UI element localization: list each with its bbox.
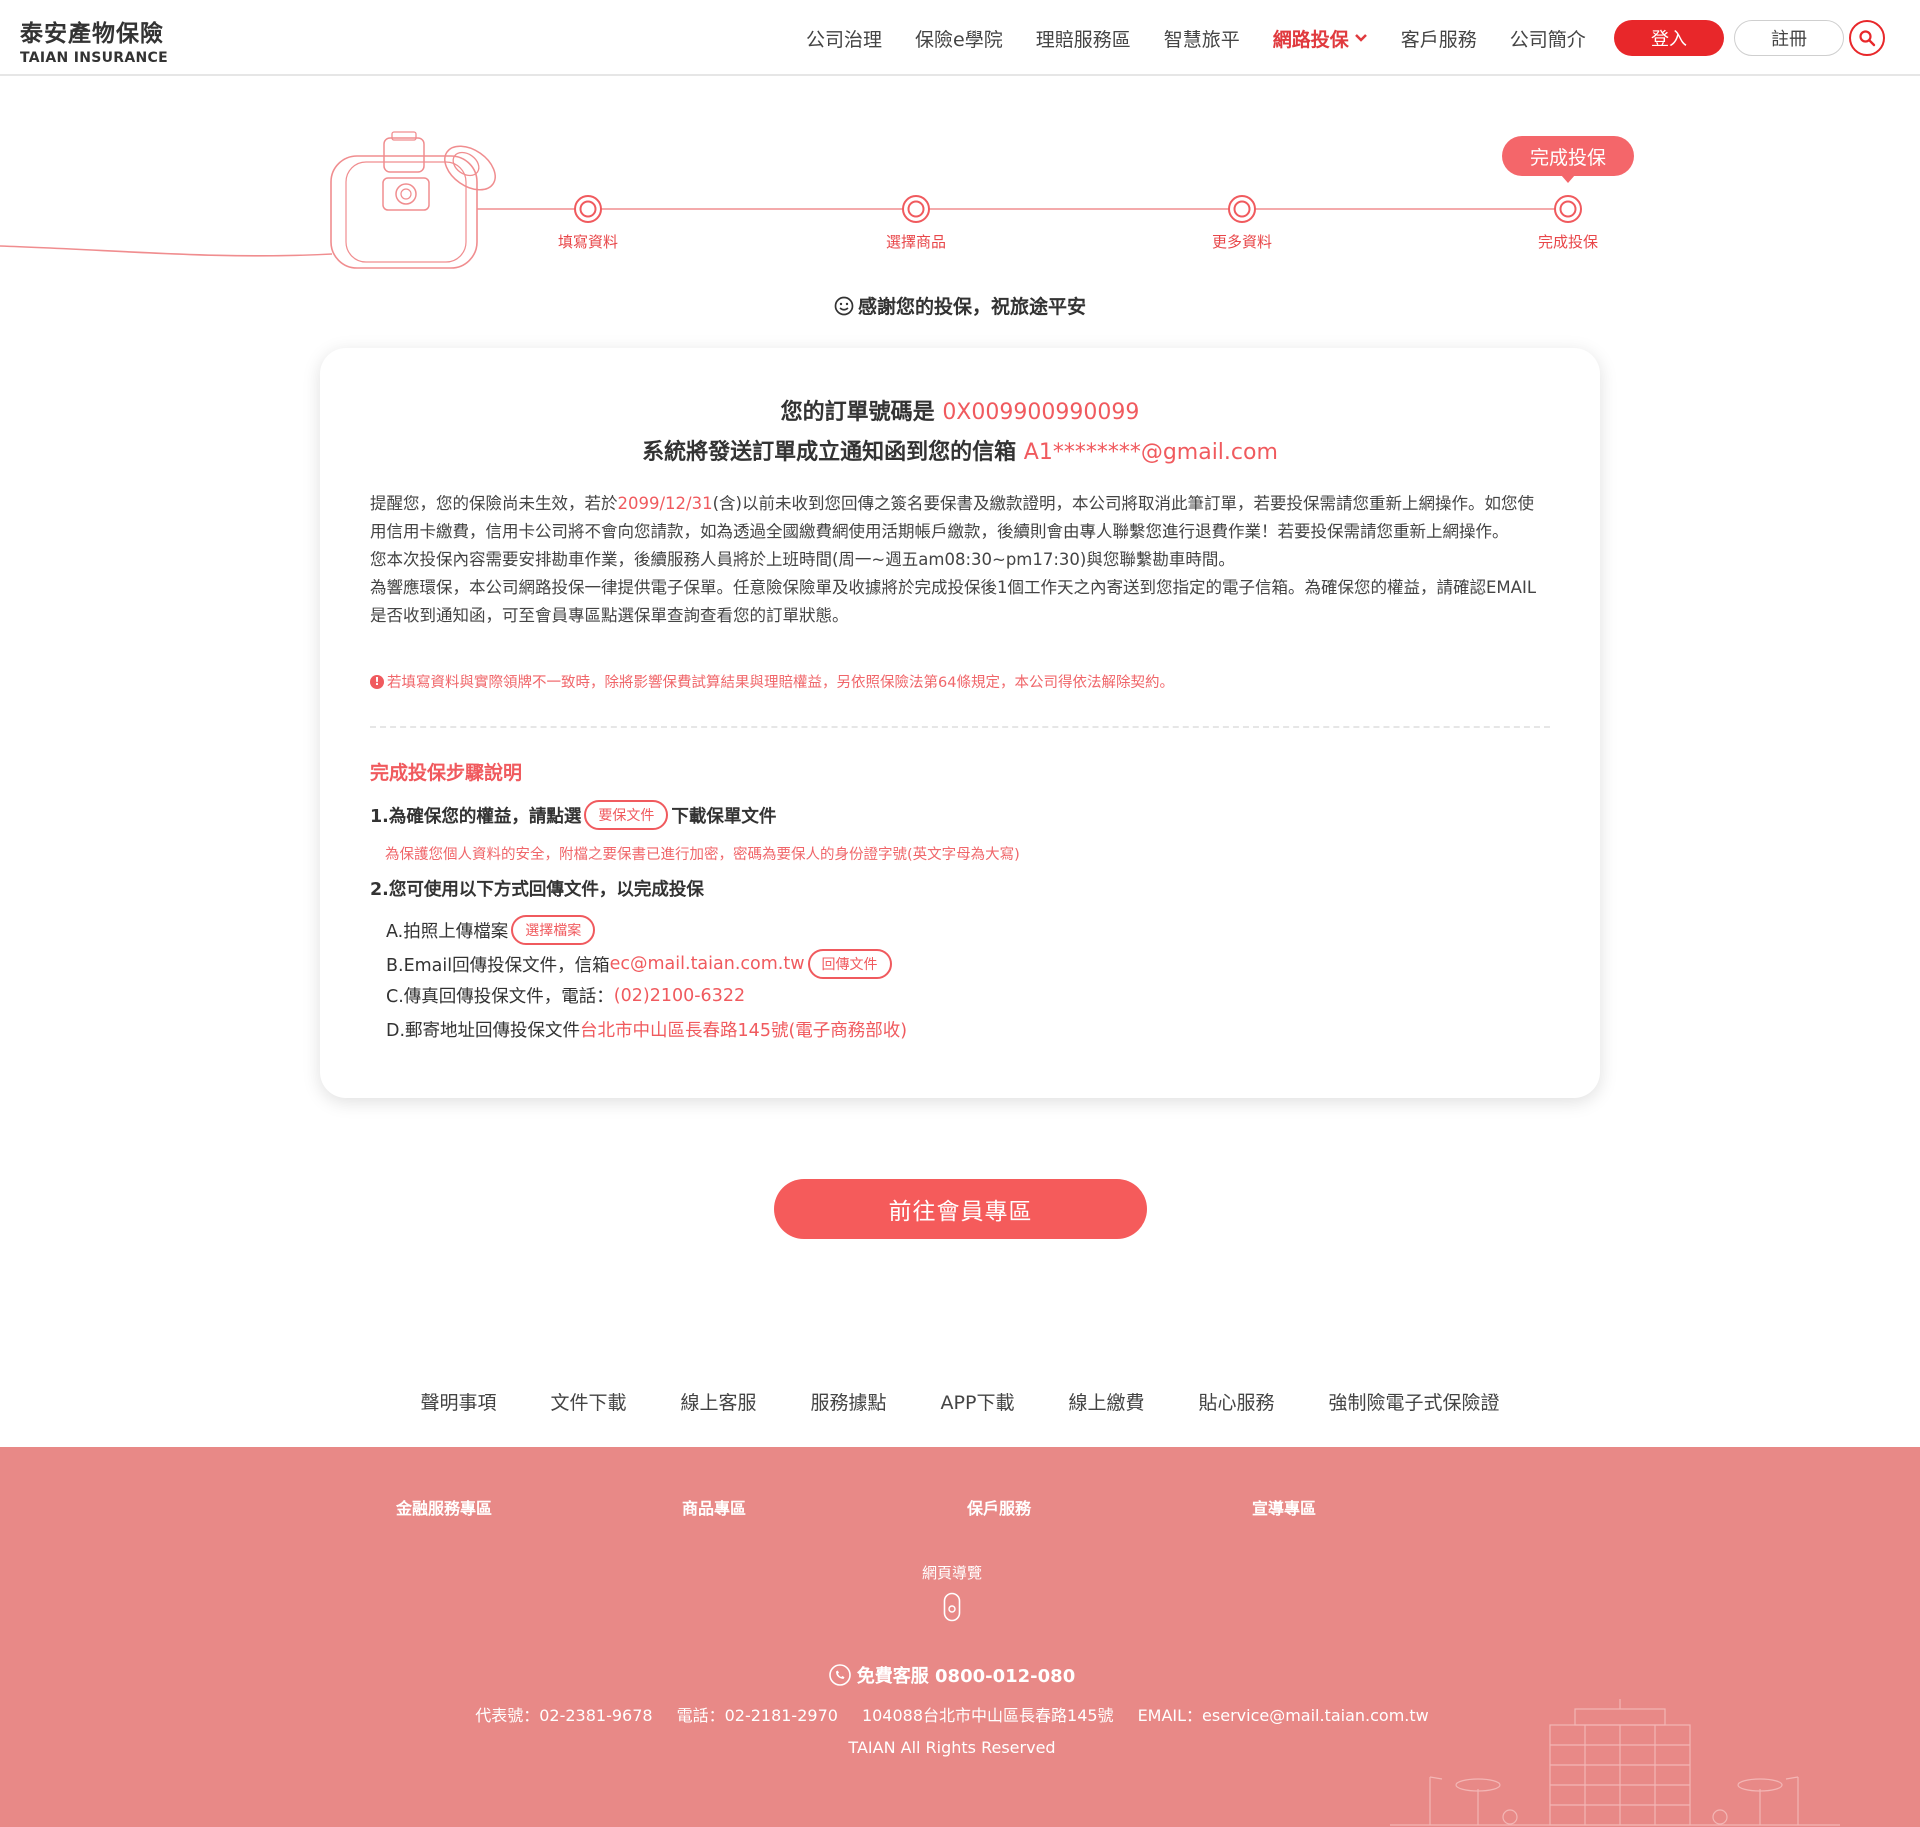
- site-header: 泰安產物保險 TAIAN INSURANCE 公司治理 保險e學院 理賠服務區 …: [0, 0, 1920, 76]
- dashed-divider: [370, 726, 1550, 728]
- nav-item-claims[interactable]: 理賠服務區: [1036, 25, 1131, 52]
- warning-text: 若填寫資料與實際領牌不一致時，除將影響保費試算結果與理賠權益，另依照保險法第64…: [387, 675, 1174, 691]
- footer-category-promotion[interactable]: 宣導專區: [1252, 1495, 1316, 1519]
- step-label-fill-data: 填寫資料: [557, 233, 619, 251]
- nav-item-online-insure-label: 網路投保: [1272, 28, 1349, 51]
- step-1-text-end: 下載保單文件: [671, 806, 777, 827]
- register-button[interactable]: 註冊: [1734, 20, 1844, 56]
- phone-icon: [828, 1664, 851, 1686]
- order-email: A1********@gmail.com: [1023, 440, 1278, 465]
- fax-number: (02)2100-6322: [613, 985, 746, 1006]
- download-proposal-button[interactable]: 要保文件: [584, 800, 669, 830]
- step-dot-2: [902, 195, 930, 223]
- search-icon: [1859, 30, 1876, 47]
- contact-email[interactable]: EMAIL：eservice@mail.taian.com.tw: [1138, 1702, 1429, 1726]
- order-result-card: 您的訂單號碼是 0X009900990099 系統將發送訂單成立通知函到您的信箱…: [320, 348, 1600, 1098]
- footer-category-policyholder[interactable]: 保戶服務: [967, 1495, 1031, 1519]
- step-2-row: 2.您可使用以下方式回傳文件，以完成投保: [370, 876, 704, 901]
- footer-link-compulsory-certificate[interactable]: 強制險電子式保險證: [1329, 1388, 1500, 1415]
- encryption-note: 為保護您個人資料的安全，附檔之要保書已進行加密，密碼為要保人的身份證字號(英文字…: [385, 847, 1020, 863]
- member-area-button[interactable]: 前往會員專區: [774, 1179, 1147, 1239]
- warning-note: ! 若填寫資料與實際領牌不一致時，除將影響保費試算結果與理賠權益，另依照保險法第…: [370, 671, 1174, 692]
- notice-deadline-date: 2099/12/31: [617, 494, 713, 513]
- notice-paragraph-2: 您本次投保內容需要安排勘車作業，後續服務人員將於上班時間(周一~週五am08:3…: [370, 550, 1235, 569]
- footer-link-downloads[interactable]: 文件下載: [551, 1388, 627, 1415]
- notice-paragraph-1: 提醒您，您的保險尚未生效，若於2099/12/31(含)以前未收到您回傳之簽名要…: [370, 490, 1550, 546]
- notice-text: 提醒您，您的保險尚未生效，若於2099/12/31(含)以前未收到您回傳之簽名要…: [370, 490, 1550, 630]
- footer-link-services[interactable]: 貼心服務: [1198, 1388, 1274, 1415]
- nav-item-governance[interactable]: 公司治理: [806, 25, 882, 52]
- contact-main-number: 代表號：02-2381-9678: [475, 1706, 653, 1725]
- step-dot-1: [574, 195, 602, 223]
- step-label-more-data: 更多資料: [1211, 233, 1273, 251]
- hotline: 免費客服 0800-012-080: [0, 1662, 1904, 1688]
- current-step-badge: 完成投保: [1502, 136, 1634, 176]
- logo-english-name: TAIAN INSURANCE: [20, 50, 168, 66]
- nav-item-academy[interactable]: 保險e學院: [915, 25, 1003, 52]
- footer-link-online-support[interactable]: 線上客服: [681, 1388, 757, 1415]
- smile-icon: [834, 296, 854, 315]
- city-building-illustration: [1390, 1699, 1840, 1826]
- method-a-row: A.拍照上傳檔案 選擇檔案: [386, 915, 598, 945]
- order-number: 0X009900990099: [942, 400, 1140, 425]
- choose-file-button[interactable]: 選擇檔案: [511, 915, 596, 945]
- send-documents-button[interactable]: 回傳文件: [807, 949, 892, 979]
- contact-phone: 電話：02-2181-2970: [676, 1706, 838, 1725]
- order-email-line: 系統將發送訂單成立通知函到您的信箱 A1********@gmail.com: [320, 434, 1600, 466]
- logo-chinese-name: 泰安產物保險: [20, 21, 164, 47]
- step-1-row: 1.為確保您的權益，請點選 要保文件 下載保單文件: [370, 800, 776, 830]
- steps-title: 完成投保步驟說明: [370, 762, 523, 784]
- footer-link-payment[interactable]: 線上繳費: [1068, 1388, 1144, 1415]
- thanks-text: 感謝您的投保，祝旅途平安: [857, 296, 1086, 318]
- footer-category-finance[interactable]: 金融服務專區: [396, 1495, 492, 1519]
- login-button[interactable]: 登入: [1614, 20, 1724, 56]
- search-button[interactable]: [1849, 20, 1885, 56]
- method-d-label: D.郵寄地址回傳投保文件: [386, 1021, 581, 1041]
- footer-category-products[interactable]: 商品專區: [682, 1495, 746, 1519]
- main-nav: 公司治理 保險e學院 理賠服務區 智慧旅平 網路投保 客戶服務 公司簡介: [806, 0, 1619, 76]
- progress-tracker: 完成投保 填寫資料 選擇商品 更多資料 完成投保: [0, 120, 1920, 280]
- site-footer: 金融服務專區 商品專區 保戶服務 宣導專區 網頁導覽 免費客服 0800-012…: [0, 1447, 1920, 1827]
- contact-address: 104088台北市中山區長春路145號: [861, 1706, 1114, 1725]
- method-b-row: B.Email回傳投保文件，信箱 ec@mail.taian.com.tw 回傳…: [386, 949, 895, 979]
- sitemap-label[interactable]: 網頁導覽: [0, 1562, 1904, 1583]
- nav-item-about[interactable]: 公司簡介: [1510, 25, 1586, 52]
- step-2-text: 2.您可使用以下方式回傳文件，以完成投保: [370, 880, 704, 900]
- footer-link-disclaimer[interactable]: 聲明事項: [420, 1388, 496, 1415]
- method-a-label: A.拍照上傳檔案: [386, 921, 509, 942]
- footer-link-locations[interactable]: 服務據點: [811, 1388, 887, 1415]
- exclamation-icon: !: [370, 674, 384, 689]
- step-label-complete: 完成投保: [1537, 233, 1599, 251]
- nav-item-online-insure[interactable]: 網路投保: [1273, 25, 1368, 52]
- footer-link-app[interactable]: APP下載: [941, 1388, 1015, 1415]
- chevron-down-icon: [1354, 34, 1367, 42]
- notice-paragraph-3: 為響應環保，本公司網路投保一律提供電子保單。任意險保險單及收據將於完成投保後1個…: [370, 578, 1537, 625]
- thanks-message: 感謝您的投保，祝旅途平安: [0, 292, 1920, 319]
- method-b-label: B.Email回傳投保文件，信箱: [386, 955, 610, 976]
- order-number-label: 您的訂單號碼是: [780, 400, 935, 425]
- footer-links: 聲明事項 文件下載 線上客服 服務據點 APP下載 線上繳費 貼心服務 強制險電…: [0, 1388, 1920, 1415]
- method-c-label: C.傳真回傳投保文件，電話：: [386, 987, 614, 1007]
- order-number-line: 您的訂單號碼是 0X009900990099: [320, 394, 1600, 426]
- hotline-text: 免費客服 0800-012-080: [856, 1666, 1076, 1687]
- method-c-row: C.傳真回傳投保文件，電話： (02)2100-6322: [386, 983, 745, 1008]
- step-dot-4: [1554, 195, 1582, 223]
- badge-pointer: [1561, 175, 1575, 183]
- nav-item-customer-service[interactable]: 客戶服務: [1401, 25, 1477, 52]
- luggage-illustration: [0, 131, 1568, 269]
- notice-p1-start: 提醒您，您的保險尚未生效，若於: [370, 494, 618, 513]
- method-d-row: D.郵寄地址回傳投保文件 台北市中山區長春路145號(電子商務部收): [386, 1017, 907, 1042]
- step-label-select-product: 選擇商品: [885, 233, 947, 251]
- logo[interactable]: 泰安產物保險 TAIAN INSURANCE: [20, 14, 168, 66]
- nav-item-travel[interactable]: 智慧旅平: [1164, 25, 1240, 52]
- step-1-text: 1.為確保您的權益，請點選: [370, 806, 582, 827]
- mail-address: 台北市中山區長春路145號(電子商務部收): [580, 1021, 908, 1041]
- order-email-label: 系統將發送訂單成立通知函到您的信箱: [642, 440, 1017, 465]
- step-dot-3: [1228, 195, 1256, 223]
- scroll-mouse-icon[interactable]: [943, 1592, 961, 1622]
- upload-email-link[interactable]: ec@mail.taian.com.tw: [610, 954, 805, 974]
